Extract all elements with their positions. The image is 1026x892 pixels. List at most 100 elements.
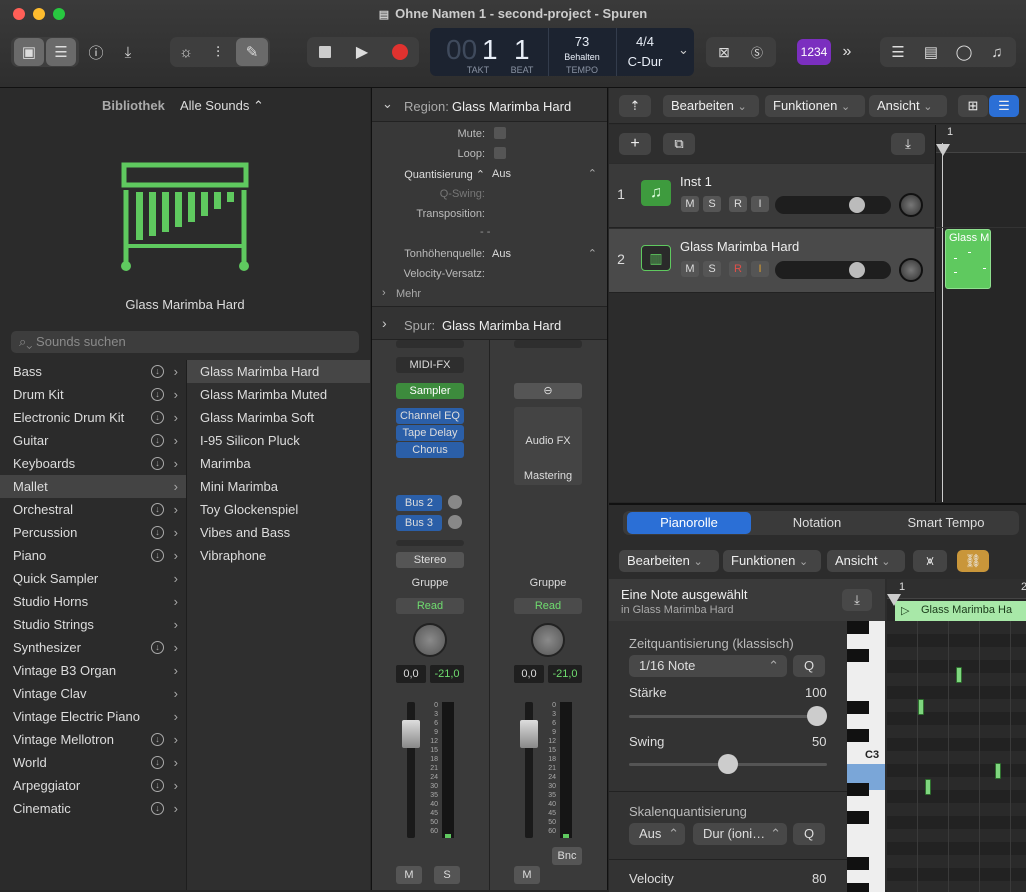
tray-icon[interactable]: ⤓ — [842, 589, 872, 611]
automation-mode[interactable]: Read — [514, 598, 582, 614]
category-item[interactable]: Percussion ↓ › — [0, 521, 186, 544]
replace-mode-icon[interactable]: ⊠ — [711, 38, 737, 66]
download-icon[interactable]: ↓ — [151, 641, 164, 654]
sound-item[interactable]: Vibraphone — [187, 544, 370, 567]
black-key[interactable] — [847, 883, 869, 892]
plugin-slot-1[interactable]: Channel EQ — [396, 408, 464, 424]
category-item[interactable]: Electronic Drum Kit ↓ › — [0, 406, 186, 429]
track-input-button[interactable]: I — [751, 196, 769, 212]
download-icon[interactable]: ↓ — [151, 802, 164, 815]
category-item[interactable]: Vintage Electric Piano › — [0, 705, 186, 728]
midi-fx-slot[interactable]: MIDI-FX — [396, 357, 464, 373]
category-item[interactable]: World ↓ › — [0, 751, 186, 774]
category-item[interactable]: Studio Strings › — [0, 613, 186, 636]
swing-slider[interactable] — [629, 754, 827, 774]
send-knob-2[interactable] — [448, 515, 462, 529]
sound-item[interactable]: Mini Marimba — [187, 475, 370, 498]
timeline-area[interactable]: 1 Glass M — [935, 125, 1026, 502]
strength-handle[interactable] — [807, 706, 827, 726]
black-key[interactable] — [847, 857, 869, 870]
download-tray-icon[interactable]: ⤓ — [114, 38, 142, 66]
midi-note[interactable] — [918, 699, 924, 715]
chevron-down-icon[interactable]: ⌄ — [678, 42, 689, 58]
download-icon[interactable]: ↓ — [151, 411, 164, 424]
pr-ruler[interactable]: 1 2 — [887, 579, 1026, 599]
category-item[interactable]: Piano ↓ › — [0, 544, 186, 567]
fader-cap[interactable] — [402, 720, 420, 748]
record-icon[interactable] — [386, 38, 414, 66]
group-slot[interactable]: Gruppe — [514, 575, 582, 591]
audio-fx-area[interactable]: Audio FX Mastering — [514, 407, 582, 485]
pr-region-header[interactable]: ▷ Glass Marimba Ha — [895, 601, 1026, 621]
ruler[interactable]: 1 — [936, 125, 1026, 153]
category-item[interactable]: Mallet › — [0, 475, 186, 498]
library-filter-popup[interactable]: Alle Sounds ⌃ — [180, 98, 264, 114]
send-slot-2[interactable]: Bus 3 — [396, 515, 442, 531]
empty-send-slot[interactable] — [396, 540, 464, 546]
category-item[interactable]: Guitar ↓ › — [0, 429, 186, 452]
inspector-toggle-icon[interactable]: ☰ — [46, 38, 76, 66]
track-mute-button[interactable]: M — [681, 196, 699, 212]
category-item[interactable]: Quick Sampler › — [0, 567, 186, 590]
grid-view-icon[interactable]: ⊞ — [958, 95, 988, 117]
black-key[interactable] — [847, 811, 869, 824]
track-row-2[interactable]: 2 ▥ Glass Marimba Hard M S R I — [609, 229, 934, 293]
sound-search-input[interactable]: ⌕⌄ Sounds suchen — [11, 331, 359, 353]
collapse-icon[interactable]: ⩙ — [913, 550, 947, 572]
mute-checkbox[interactable] — [494, 127, 506, 139]
automation-mode[interactable]: Read — [396, 598, 464, 614]
loop-checkbox[interactable] — [494, 147, 506, 159]
midi-note[interactable] — [956, 667, 962, 683]
track-name[interactable]: Inst 1 — [680, 174, 712, 189]
category-item[interactable]: Bass ↓ › — [0, 360, 186, 383]
download-icon[interactable]: ↓ — [151, 779, 164, 792]
duplicate-track-icon[interactable]: ⧉ — [663, 133, 695, 155]
link-icon[interactable]: ⊖ — [514, 383, 582, 399]
midi-note[interactable] — [995, 763, 1001, 779]
tab-piano-roll[interactable]: Pianorolle — [627, 512, 751, 534]
track-solo-button[interactable]: S — [703, 196, 721, 212]
playhead[interactable] — [942, 143, 943, 502]
track-record-button[interactable]: R — [729, 196, 747, 212]
edit-menu[interactable]: Bearbeiten ⌄ — [663, 95, 759, 117]
pr-functions-menu[interactable]: Funktionen ⌄ — [723, 550, 821, 572]
settings-slot[interactable] — [396, 340, 464, 348]
plugin-slot-2[interactable]: Tape Delay — [396, 425, 464, 441]
volume-handle[interactable] — [849, 262, 865, 278]
note-pad-icon[interactable]: ▤ — [917, 38, 945, 66]
note-grid[interactable]: 1 2 ▷ Glass Marimba Ha — [887, 579, 1026, 892]
send-slot-1[interactable]: Bus 2 — [396, 495, 442, 511]
download-icon[interactable]: ↓ — [151, 365, 164, 378]
sound-item[interactable]: Marimba — [187, 452, 370, 475]
download-icon[interactable]: ↓ — [151, 526, 164, 539]
mute-button[interactable]: M — [396, 866, 422, 884]
scale-mode-popup[interactable]: Dur (ioni… ⌃ — [693, 823, 787, 845]
media-browser-icon[interactable]: ♫ — [983, 38, 1011, 66]
track-record-button[interactable]: R — [729, 261, 747, 277]
download-icon[interactable]: ↓ — [151, 388, 164, 401]
category-item[interactable]: Synthesizer ↓ › — [0, 636, 186, 659]
midi-region[interactable]: Glass M — [945, 229, 991, 289]
download-icon[interactable]: ↓ — [151, 756, 164, 769]
transpose-row[interactable]: Transposition: — [372, 204, 607, 224]
category-item[interactable]: Orchestral ↓ › — [0, 498, 186, 521]
tab-notation[interactable]: Notation — [755, 512, 879, 534]
black-key[interactable] — [847, 783, 869, 796]
instrument-slot[interactable]: Sampler — [396, 383, 464, 399]
track-volume-slider[interactable] — [775, 261, 891, 279]
pr-edit-menu[interactable]: Bearbeiten ⌄ — [619, 550, 719, 572]
quantize-button[interactable]: Q — [793, 655, 825, 677]
sound-item[interactable]: Glass Marimba Muted — [187, 383, 370, 406]
download-icon[interactable]: ↓ — [151, 549, 164, 562]
fader-cap[interactable] — [520, 720, 538, 748]
more-row[interactable]: › Mehr — [372, 284, 607, 304]
track-name[interactable]: Glass Marimba Hard — [680, 239, 799, 254]
scale-quantize-button[interactable]: Q — [793, 823, 825, 845]
track-solo-button[interactable]: S — [703, 261, 721, 277]
count-in-button[interactable]: 1234 — [797, 39, 831, 65]
tray-icon[interactable]: ⤓ — [891, 133, 925, 155]
pitch-source-row[interactable]: Tonhöhenquelle: Aus ⌃ — [372, 244, 607, 264]
category-item[interactable]: Studio Horns › — [0, 590, 186, 613]
black-key[interactable] — [847, 729, 869, 742]
sound-item[interactable]: Glass Marimba Soft — [187, 406, 370, 429]
